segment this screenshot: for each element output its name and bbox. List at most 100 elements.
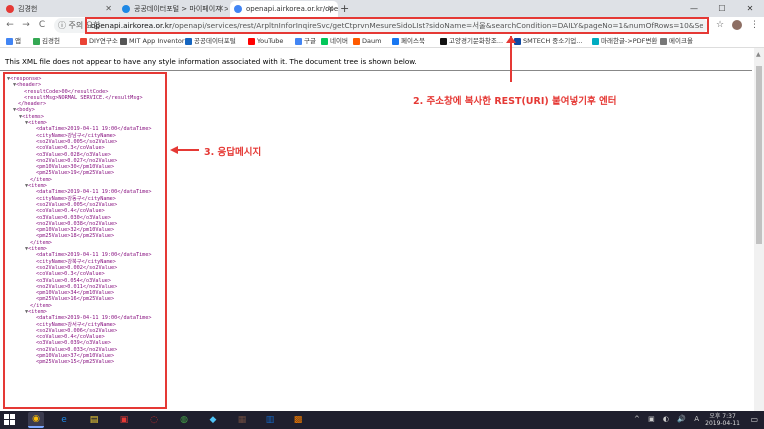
- taskbar-explorer-icon[interactable]: ▤: [86, 412, 102, 428]
- annotation-arrow-left-icon: [170, 146, 178, 154]
- xml-text: <no2Value>0.011</no2Value>: [36, 283, 118, 290]
- bookmark-label: 고양경기문화창조...: [449, 37, 504, 45]
- bookmark-label: 공공데이터포털: [194, 37, 236, 45]
- xml-text: </item>: [30, 176, 52, 183]
- bookmark-item[interactable]: DIY연구소: [80, 35, 118, 47]
- url-text[interactable]: openapi.airkorea.or.kr/openapi/services/…: [91, 20, 703, 31]
- bookmark-item[interactable]: SMTECH 중소기업...: [514, 35, 582, 47]
- xml-line: <pm25Value>15</pm25Value>: [7, 359, 152, 365]
- tab-close-icon[interactable]: ✕: [105, 1, 112, 17]
- xml-text: <item>: [28, 246, 47, 253]
- xml-text: <pm25Value>15</pm25Value>: [36, 359, 115, 366]
- taskbar-app8-icon[interactable]: ▦: [234, 412, 250, 428]
- bookmark-item[interactable]: 네이버: [321, 35, 348, 47]
- xml-response-box: ▼<response> ▼<header> <resultCode>00</resu…: [3, 72, 167, 409]
- tab-close-icon[interactable]: ✕: [217, 1, 224, 17]
- bookmark-favicon-icon: [321, 38, 328, 45]
- bookmark-favicon-icon: [6, 38, 13, 45]
- clock[interactable]: 오후 7:37 2019-04-11: [705, 413, 740, 427]
- new-tab-button[interactable]: +: [340, 1, 349, 17]
- xml-text: <items>: [22, 113, 44, 120]
- xml-text: <response>: [10, 76, 42, 82]
- xml-text: <dataTime>2019-04-11 19:00</dataTime>: [36, 252, 152, 259]
- taskbar-tool-icon[interactable]: ▩: [290, 412, 306, 428]
- bookmark-favicon-icon: [592, 38, 599, 45]
- bookmark-label: 네이버: [330, 37, 348, 45]
- xml-text: <dataTime>2019-04-11 19:00</dataTime>: [36, 189, 152, 196]
- tab-close-icon[interactable]: ✕: [327, 1, 334, 17]
- taskbar-ie-icon[interactable]: e: [56, 412, 72, 428]
- profile-avatar[interactable]: [732, 20, 742, 30]
- bookmark-item[interactable]: 고양경기문화창조...: [440, 35, 503, 47]
- bookmark-favicon-icon: [80, 38, 87, 45]
- taskbar-chrome-icon[interactable]: ◉: [28, 412, 44, 428]
- xml-text: <coValue>0.3</coValue>: [36, 145, 105, 152]
- bookmark-item[interactable]: MIT App Inventor: [120, 35, 185, 47]
- tab-2[interactable]: 공공데이터포털 > 마이페이지 > ✕: [118, 1, 228, 17]
- bookmark-item[interactable]: 김경헌: [33, 35, 60, 47]
- scrollbar-thumb[interactable]: [756, 66, 762, 244]
- close-window-button[interactable]: ✕: [736, 0, 764, 17]
- xml-text: </header>: [18, 101, 47, 108]
- reload-button[interactable]: C: [36, 19, 48, 32]
- xml-text: <cityName>강북구</cityName>: [36, 258, 116, 265]
- tab-3-active[interactable]: openapi.airkorea.or.kr/openapi/ ✕: [230, 1, 338, 17]
- taskbar-docs-icon[interactable]: ▥: [262, 412, 278, 428]
- tab-favicon-icon: [234, 5, 242, 13]
- xml-text: <coValue>0.4</coValue>: [36, 208, 105, 215]
- notification-icon[interactable]: ▭: [750, 415, 758, 424]
- xml-text: <no2Value>0.033</no2Value>: [36, 346, 118, 353]
- bookmark-item[interactable]: 페이스북: [392, 35, 425, 47]
- bookmark-label: SMTECH 중소기업...: [523, 37, 583, 45]
- bookmark-item[interactable]: 앱: [6, 35, 21, 47]
- bookmark-favicon-icon: [33, 38, 40, 45]
- url-path: /openapi/services/rest/ArpltnInforInqire…: [172, 21, 703, 30]
- page-content: This XML file does not appear to have an…: [0, 48, 764, 411]
- clock-date: 2019-04-11: [705, 419, 740, 427]
- bookmark-label: YouTube: [257, 37, 284, 45]
- xml-text: <pm25Value>16</pm25Value>: [36, 296, 115, 303]
- xml-text: <pm25Value>18</pm25Value>: [36, 233, 115, 240]
- bookmark-item[interactable]: 구글: [295, 35, 316, 47]
- annotation-url-instruction: 2. 주소창에 복사한 REST(URI) 붙여넣기후 엔터: [413, 96, 617, 107]
- bookmark-item[interactable]: 메이크올: [660, 35, 693, 47]
- bookmark-item[interactable]: Daum: [353, 35, 381, 47]
- taskbar-mail-icon[interactable]: ◆: [205, 412, 221, 428]
- bookmark-item[interactable]: YouTube: [248, 35, 283, 47]
- tab-1[interactable]: 김경헌 ✕: [2, 1, 116, 17]
- xml-text: <item>: [28, 308, 47, 315]
- xml-text: </item>: [30, 302, 52, 309]
- bookmark-star-icon[interactable]: ☆: [716, 19, 724, 32]
- back-button[interactable]: ←: [4, 19, 16, 32]
- scroll-up-icon[interactable]: ▲: [756, 51, 761, 58]
- minimize-button[interactable]: —: [680, 0, 708, 17]
- bookmark-label: 페이스북: [401, 37, 425, 45]
- taskbar-capture-icon[interactable]: ◌: [146, 412, 162, 428]
- xml-text: <pm25Value>19</pm25Value>: [36, 170, 115, 177]
- bookmark-item[interactable]: 공공데이터포털: [185, 35, 236, 47]
- url-highlight-box[interactable]: openapi.airkorea.or.kr/openapi/services/…: [85, 17, 709, 34]
- bookmark-label: Daum: [362, 37, 382, 45]
- xml-text: <so2Value>0.005</so2Value>: [36, 201, 118, 208]
- bookmark-label: 김경헌: [42, 37, 60, 45]
- taskbar-office-icon[interactable]: ▣: [116, 412, 132, 428]
- annotation-response-label: 3. 응답메시지: [204, 147, 262, 158]
- menu-icon[interactable]: ⋮: [750, 19, 759, 32]
- vertical-scrollbar[interactable]: ▲: [754, 48, 764, 411]
- xml-text: <cityName>강남구</cityName>: [36, 132, 116, 139]
- xml-text: <coValue>0.4</coValue>: [36, 334, 105, 341]
- forward-button[interactable]: →: [20, 19, 32, 32]
- system-tray-icons[interactable]: ^ ▣ ◐ 🔊 A: [634, 415, 702, 423]
- xml-text: <pm10Value>37</pm10Value>: [36, 353, 115, 360]
- xml-text: <cityName>강서구</cityName>: [36, 321, 116, 328]
- xml-text: <o3Value>0.039</o3Value>: [36, 340, 111, 347]
- url-host: openapi.airkorea.or.kr: [91, 21, 173, 30]
- taskbar-kakao-icon[interactable]: ◍: [176, 412, 192, 428]
- xml-text: <body>: [16, 107, 35, 114]
- bookmark-item[interactable]: 마래한글->PDF변환: [592, 35, 657, 47]
- bookmark-favicon-icon: [392, 38, 399, 45]
- windows-start-icon[interactable]: [4, 414, 16, 426]
- maximize-button[interactable]: ☐: [708, 0, 736, 17]
- bookmark-label: 마래한글->PDF변환: [601, 37, 658, 45]
- bookmark-label: 구글: [304, 37, 316, 45]
